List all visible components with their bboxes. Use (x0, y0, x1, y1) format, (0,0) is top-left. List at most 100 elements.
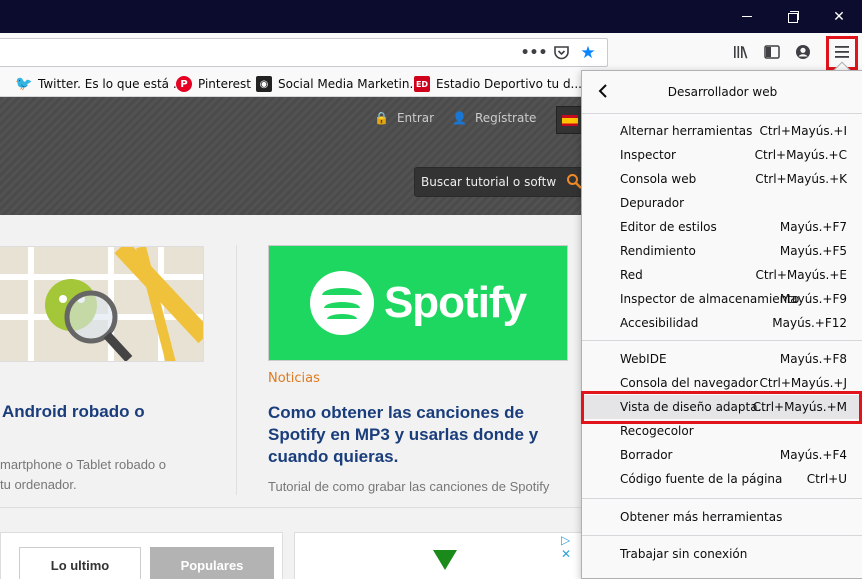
menu-item-shortcut: Ctrl+U (806, 472, 847, 486)
menu-item-borrador[interactable]: Borrador Mayús.+F4 (582, 443, 862, 467)
article-image-spotify[interactable]: Spotify (268, 245, 568, 361)
bookmark-label: Social Media Marketin... (278, 77, 421, 91)
menu-item-consola-web[interactable]: Consola web Ctrl+Mayús.+K (582, 167, 862, 191)
pocket-icon[interactable] (552, 44, 570, 62)
menu-item-shortcut: Mayús.+F9 (779, 292, 847, 306)
menu-item-label: Accesibilidad (620, 316, 699, 330)
menu-item-webide[interactable]: WebIDE Mayús.+F8 (582, 347, 862, 371)
menu-item-rendimiento[interactable]: Rendimiento Mayús.+F5 (582, 239, 862, 263)
ad-arrow-icon (433, 550, 457, 570)
search-icon[interactable] (566, 173, 582, 193)
account-icon[interactable] (792, 41, 814, 63)
menu-separator (582, 498, 862, 499)
menu-item-label: Consola del navegador (620, 376, 758, 390)
url-bar[interactable]: ••• ★ (0, 38, 608, 67)
menu-item-accesibilidad[interactable]: Accesibilidad Mayús.+F12 (582, 311, 862, 335)
menu-item-shortcut: Mayús.+F5 (779, 244, 847, 258)
bookmark-twitter[interactable]: 🐦 Twitter. Es lo que está ... (15, 76, 185, 92)
ed-icon: ED (414, 76, 430, 92)
menu-item-inspector-de-almacenamiento[interactable]: Inspector de almacenamiento Mayús.+F9 (582, 287, 862, 311)
menu-item-obtener-mas-herramientas[interactable]: Obtener más herramientas (582, 505, 862, 529)
menu-item-shortcut: Mayús.+F8 (779, 352, 847, 366)
tab-popular[interactable]: Populares (150, 547, 274, 579)
menu-title: Desarrollador web (667, 85, 778, 99)
menu-item-shortcut: Mayús.+F4 (779, 448, 847, 462)
menu-item-label: Depurador (620, 196, 685, 210)
menu-item-label: Recogecolor (620, 424, 694, 438)
menu-separator (582, 535, 862, 536)
library-icon[interactable] (730, 41, 752, 63)
menu-item-label: Código fuente de la página (620, 472, 783, 486)
restore-button[interactable] (770, 0, 816, 33)
menu-item-label: WebIDE (620, 352, 667, 366)
bookmark-label: Twitter. Es lo que está ... (38, 77, 185, 91)
menu-item-label: Inspector de almacenamiento (620, 292, 800, 306)
menu-item-shortcut: Ctrl+Mayús.+I (759, 124, 847, 138)
menu-item-red[interactable]: Red Ctrl+Mayús.+E (582, 263, 862, 287)
bookmark-social-media[interactable]: ◉ Social Media Marketin... (256, 76, 421, 92)
login-link[interactable]: 🔒 Entrar (374, 111, 434, 125)
login-label: Entrar (396, 111, 435, 125)
bookmark-pinterest[interactable]: P Pinterest (176, 76, 251, 92)
bookmark-label: Estadio Deportivo tu d... (436, 77, 582, 91)
adchoices-icon[interactable]: ▷ ✕ (561, 533, 583, 561)
article-image-android[interactable] (0, 246, 204, 362)
menu-header: Desarrollador web (582, 71, 862, 114)
description-line: tu ordenador. (0, 477, 77, 492)
article-description-android: martphone o Tablet robado o tu ordenador… (0, 455, 200, 495)
menu-item-trabajar-sin-conexion[interactable]: Trabajar sin conexión (582, 542, 862, 566)
owl-icon: ◉ (256, 76, 272, 92)
restore-icon (787, 11, 799, 23)
close-button[interactable]: ✕ (816, 0, 862, 33)
menu-item-shortcut: Ctrl+Mayús.+J (759, 376, 847, 390)
search-placeholder: Buscar tutorial o softw (421, 175, 557, 189)
user-icon: 👤 (452, 111, 467, 125)
description-line: martphone o Tablet robado o (0, 457, 166, 472)
section-divider (0, 507, 600, 508)
menu-item-alternar-herramientas[interactable]: Alternar herramientas Ctrl+Mayús.+I (582, 119, 862, 143)
ad-banner[interactable]: ▷ ✕ (294, 532, 584, 579)
column-divider (236, 245, 237, 495)
menu-item-shortcut: Mayús.+F7 (779, 220, 847, 234)
spotify-wordmark: Spotify (383, 278, 527, 327)
menu-item-editor-de-estilos[interactable]: Editor de estilos Mayús.+F7 (582, 215, 862, 239)
menu-item-shortcut: Ctrl+Mayús.+E (755, 268, 847, 282)
menu-item-label: Red (620, 268, 643, 282)
minimize-icon (742, 16, 752, 17)
register-label: Regístrate (474, 111, 537, 125)
menu-item-inspector[interactable]: Inspector Ctrl+Mayús.+C (582, 143, 862, 167)
lock-icon: 🔒 (374, 111, 389, 125)
article-title-android[interactable]: Android robado o (2, 402, 212, 422)
menu-item-label: Obtener más herramientas (620, 510, 783, 524)
register-link[interactable]: 👤 Regístrate (452, 111, 536, 125)
menu-item-label: Inspector (620, 148, 676, 162)
menu-item-label: Rendimiento (620, 244, 696, 258)
menu-item-shortcut: Mayús.+F12 (772, 316, 847, 330)
title-bar: ✕ (0, 0, 862, 33)
bookmark-label: Pinterest (198, 77, 252, 91)
menu-item-codigo-fuente-de-la-pagina[interactable]: Código fuente de la página Ctrl+U (582, 467, 862, 491)
article-title-spotify[interactable]: Como obtener las canciones de Spotify en… (268, 402, 568, 468)
responsive-design-highlight (581, 391, 862, 424)
tab-latest[interactable]: Lo ultimo (19, 547, 141, 579)
menu-item-depurador[interactable]: Depurador (582, 191, 862, 215)
posts-tabs: Lo ultimo Populares (0, 532, 283, 579)
menu-item-label: Editor de estilos (620, 220, 717, 234)
more-icon[interactable]: ••• (521, 44, 548, 62)
menu-separator (582, 340, 862, 341)
web-developer-menu: Desarrollador web Alternar herramientas C… (581, 70, 862, 579)
menu-item-shortcut: Ctrl+Mayús.+K (755, 172, 847, 186)
star-icon[interactable]: ★ (579, 43, 597, 63)
menu-item-label: Alternar herramientas (620, 124, 753, 138)
article-category[interactable]: Noticias (268, 371, 320, 386)
close-icon: ✕ (833, 8, 845, 25)
bookmark-estadio-deportivo[interactable]: ED Estadio Deportivo tu d... (414, 76, 582, 92)
twitter-icon: 🐦 (15, 76, 33, 92)
menu-item-label: Consola web (620, 172, 697, 186)
spain-flag-icon (562, 115, 578, 126)
menu-item-label: Trabajar sin conexión (620, 547, 748, 561)
sidebar-icon[interactable] (761, 41, 783, 63)
menu-item-shortcut: Ctrl+Mayús.+C (754, 148, 847, 162)
minimize-button[interactable] (724, 0, 770, 33)
article-description-spotify: Tutorial de como grabar las canciones de… (268, 479, 550, 494)
